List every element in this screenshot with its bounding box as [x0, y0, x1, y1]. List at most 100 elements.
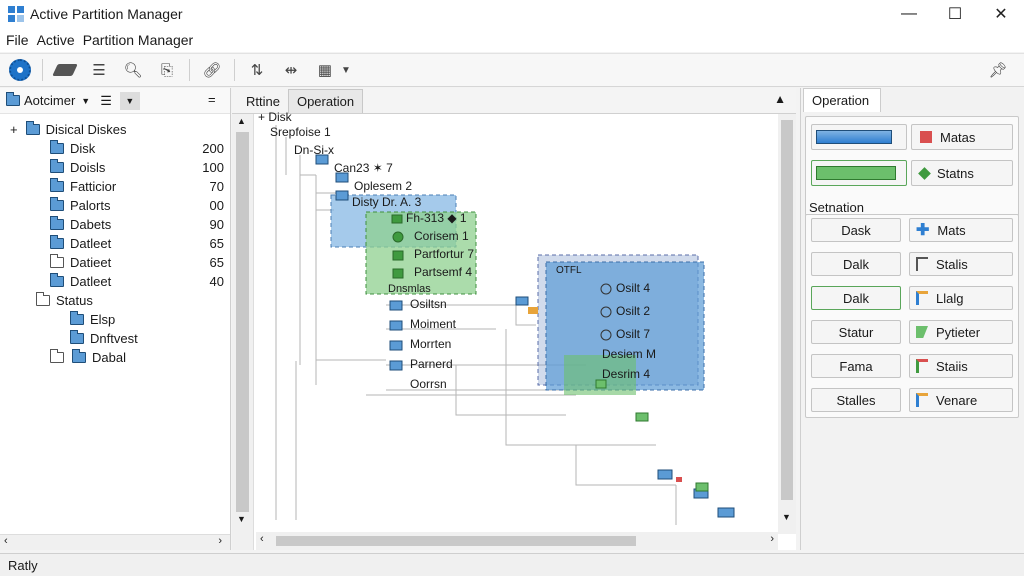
diagram-label: Dn-Si-x [294, 143, 335, 157]
chevron-down-icon[interactable]: ▼ [237, 514, 246, 524]
status-button[interactable]: Statns [911, 160, 1013, 186]
fama-button[interactable]: Fama [811, 354, 901, 378]
sort-button[interactable]: ⇅ [243, 57, 271, 83]
statur-button[interactable]: Statur [811, 320, 901, 344]
menu-icon[interactable]: = [208, 92, 216, 107]
search-button[interactable]: 🔍︎ [119, 57, 147, 83]
dask-button[interactable]: Dask [811, 218, 901, 242]
chevron-up-icon[interactable]: ▲ [237, 116, 246, 126]
progress-button-green[interactable] [811, 160, 907, 186]
matas-button[interactable]: Matas [911, 124, 1013, 150]
folder-icon [50, 273, 64, 287]
list-button[interactable]: ☰ [85, 57, 113, 83]
progress-button-blue[interactable] [811, 124, 907, 150]
chevron-down-icon: ▼ [341, 64, 351, 76]
color-corner-icon [916, 359, 928, 373]
chevron-right-icon[interactable]: › [770, 533, 774, 545]
tree-header: Aotcimer ▼ ☰ ▼ = [0, 88, 230, 114]
toolbar-separator [189, 59, 190, 81]
partition-diagram: + Disk Srepfoise 1 Dn-Si-x Can23 ✶ 7 Opl… [256, 110, 776, 530]
chevron-right-icon[interactable]: › [218, 535, 222, 547]
list-view-icon[interactable]: ☰ [100, 93, 112, 109]
corner-icon [916, 257, 928, 271]
menu-bar: File Active Partition Manager [0, 28, 1024, 52]
split-button[interactable]: ⇹ [277, 57, 305, 83]
chevron-down-icon: ▼ [81, 95, 91, 106]
chevron-left-icon[interactable]: ‹ [260, 533, 264, 545]
diamond-green-icon [918, 166, 931, 180]
maximize-button[interactable]: ☐ [932, 0, 978, 28]
left-tree-panel: Aotcimer ▼ ☰ ▼ = + Disical Diskes Disk D… [0, 88, 231, 550]
view-dropdown-button[interactable]: ▼ [339, 57, 353, 83]
folder-icon [70, 330, 84, 344]
folder-icon [50, 349, 64, 363]
menu-partition-manager[interactable]: Partition Manager [83, 32, 194, 48]
folder-icon [50, 178, 64, 192]
grid-view-button[interactable]: ▦ [311, 57, 339, 83]
close-button[interactable]: ✕ [978, 0, 1024, 28]
horizontal-scrollbar[interactable]: ‹ › [256, 532, 778, 550]
folder-icon [6, 92, 20, 106]
tree-item[interactable]: Dabal [50, 348, 224, 367]
venare-button[interactable]: Venare [909, 388, 1013, 412]
stalis-button[interactable]: Stalis [909, 252, 1013, 276]
diagram-label: Osilt 2 [616, 304, 651, 318]
diagram-label: Srepfoise 1 [270, 125, 331, 139]
llalg-button[interactable]: Llalg [909, 286, 1013, 310]
settings-gear-button[interactable] [6, 57, 34, 83]
minimize-button[interactable]: — [886, 0, 932, 28]
diagram-label: Oplesem 2 [354, 179, 413, 193]
dropdown-button[interactable]: ▼ [119, 91, 140, 110]
flag-green-icon [916, 326, 928, 338]
tree-value: 40 [209, 274, 224, 289]
folder-icon [50, 140, 64, 154]
left-vertical-scrollbar[interactable]: ▲ ▼ [232, 114, 254, 550]
search-icon: 🔍︎ [123, 62, 143, 79]
pin-button[interactable]: 📌︎ [984, 57, 1012, 83]
diagram-label: Osilt 7 [616, 327, 651, 341]
diagram-label: Corisem 1 [414, 229, 469, 243]
import-button[interactable]: ⎘ [153, 57, 181, 83]
stalles-button[interactable]: Stalles [811, 388, 901, 412]
chevron-left-icon[interactable]: ‹ [4, 535, 8, 547]
tree-item[interactable]: Dnftvest [70, 329, 224, 348]
dalk-button[interactable]: Dalk [811, 252, 901, 276]
diagram-label: Morrten [410, 337, 452, 351]
eraser-icon [52, 64, 78, 76]
erase-button[interactable] [51, 57, 79, 83]
color-corner-icon [916, 291, 928, 305]
folder-icon [70, 311, 84, 325]
diagram-label: Partfortur 7 [414, 247, 475, 261]
tree-item[interactable]: Status [36, 291, 224, 310]
tree-item[interactable]: Elsp [70, 310, 224, 329]
diagram-label: + Disk [258, 110, 292, 124]
tree-root[interactable]: + Disical Diskes [10, 120, 224, 139]
link-icon: 🔗︎ [202, 62, 222, 79]
scrollbar-thumb[interactable] [236, 132, 249, 512]
tab-operation-panel[interactable]: Operation [803, 88, 881, 112]
scrollbar-thumb[interactable] [276, 536, 636, 546]
horizontal-scrollbar[interactable]: ‹ › [0, 534, 230, 550]
tab-operation[interactable]: Operation [287, 89, 364, 113]
tree-filter-dropdown[interactable]: Aotcimer [24, 93, 75, 108]
dalk-button-selected[interactable]: Dalk [811, 286, 901, 310]
diagram-label: Fh-313 ◆ 1 [406, 211, 467, 225]
staiis-button[interactable]: Staiis [909, 354, 1013, 378]
chevron-up-icon[interactable]: ▲ [774, 92, 786, 106]
menu-file[interactable]: File [6, 32, 29, 48]
split-icon: ⇹ [284, 62, 298, 79]
diagram-label: Moiment [410, 317, 457, 331]
grid-icon: ▦ [317, 62, 333, 79]
menu-active[interactable]: Active [37, 32, 75, 48]
folder-icon [50, 197, 64, 211]
diagram-label: OTFL [556, 265, 582, 276]
tree-value: 90 [209, 217, 224, 232]
chevron-down-icon[interactable]: ▼ [782, 512, 791, 522]
link-button[interactable]: 🔗︎ [198, 57, 226, 83]
status-text: Ratly [8, 558, 38, 573]
app-logo-icon [8, 6, 24, 22]
right-vertical-scrollbar[interactable]: ▼ [778, 114, 796, 534]
scrollbar-thumb[interactable] [781, 120, 793, 500]
pytieter-button[interactable]: Pytieter [909, 320, 1013, 344]
mats-button[interactable]: ✚ Mats [909, 218, 1013, 242]
